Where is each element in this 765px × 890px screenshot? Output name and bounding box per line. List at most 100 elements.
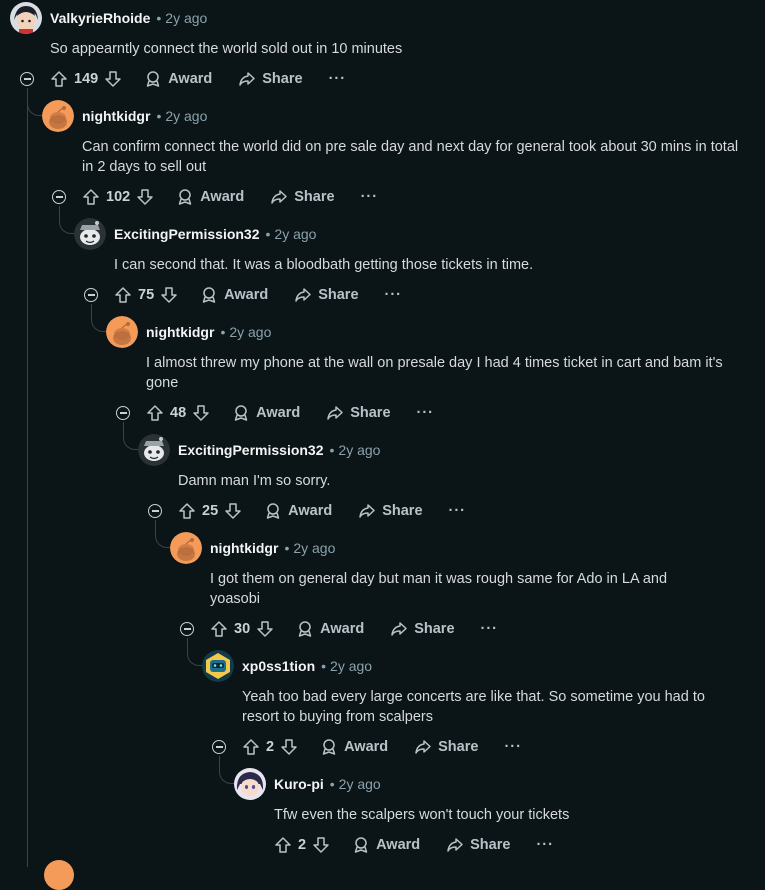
comment-text: Yeah too bad every large concerts are li… bbox=[242, 689, 705, 725]
award-button[interactable]: Award bbox=[296, 620, 364, 638]
username[interactable]: ExcitingPermission32 bbox=[178, 442, 324, 458]
share-button[interactable]: Share bbox=[238, 70, 303, 88]
share-label: Share bbox=[350, 405, 391, 421]
downvote-button[interactable] bbox=[192, 404, 210, 422]
award-button[interactable]: Award bbox=[320, 738, 388, 756]
share-button[interactable]: Share bbox=[358, 502, 423, 520]
robot-avatar[interactable] bbox=[202, 650, 234, 682]
award-label: Award bbox=[168, 71, 213, 87]
downvote-icon bbox=[137, 189, 153, 205]
share-label: Share bbox=[262, 71, 303, 87]
comment-header: nightkidgr • 2y ago bbox=[106, 316, 271, 348]
more-options-button[interactable]: ··· bbox=[329, 71, 347, 87]
award-icon bbox=[322, 739, 336, 755]
downvote-icon bbox=[193, 405, 209, 421]
share-button[interactable]: Share bbox=[446, 836, 510, 854]
award-button[interactable]: Award bbox=[200, 286, 268, 304]
comment-text: Can confirm connect the world did on pre… bbox=[82, 139, 739, 175]
share-icon bbox=[447, 838, 463, 852]
username[interactable]: ExcitingPermission32 bbox=[114, 226, 260, 242]
share-label: Share bbox=[470, 837, 511, 853]
award-icon bbox=[298, 621, 312, 637]
timestamp[interactable]: 2y ago bbox=[338, 442, 380, 458]
username[interactable]: ValkyrieRhoide bbox=[50, 10, 150, 26]
share-button[interactable]: Share bbox=[294, 286, 359, 304]
snoo-orange-avatar[interactable] bbox=[42, 100, 74, 132]
share-icon bbox=[239, 72, 256, 86]
downvote-icon bbox=[105, 71, 121, 87]
award-button[interactable]: Award bbox=[144, 70, 212, 88]
more-options-button[interactable]: ··· bbox=[481, 621, 499, 637]
username[interactable]: nightkidgr bbox=[82, 108, 150, 124]
upvote-icon bbox=[179, 503, 195, 519]
collapse-icon[interactable] bbox=[148, 504, 162, 518]
username[interactable]: nightkidgr bbox=[146, 324, 214, 340]
downvote-button[interactable] bbox=[224, 502, 242, 520]
comment-header: ExcitingPermission32 • 2y ago bbox=[138, 434, 380, 466]
share-button[interactable]: Share bbox=[390, 620, 455, 638]
timestamp[interactable]: 2y ago bbox=[165, 108, 207, 124]
timestamp[interactable]: 2y ago bbox=[274, 226, 316, 242]
username[interactable]: nightkidgr bbox=[210, 540, 278, 556]
collapse-icon[interactable] bbox=[116, 406, 130, 420]
anime-character-avatar[interactable] bbox=[10, 2, 42, 34]
timestamp[interactable]: 2y ago bbox=[165, 10, 207, 26]
upvote-button[interactable] bbox=[114, 286, 132, 304]
downvote-button[interactable] bbox=[136, 188, 154, 206]
share-label: Share bbox=[414, 621, 455, 637]
downvote-button[interactable] bbox=[256, 620, 274, 638]
collapse-icon[interactable] bbox=[20, 72, 34, 86]
upvote-icon bbox=[243, 739, 259, 755]
award-button[interactable]: Award bbox=[176, 188, 244, 206]
more-options-button[interactable]: ··· bbox=[504, 739, 522, 755]
collapse-icon[interactable] bbox=[84, 288, 98, 302]
timestamp[interactable]: 2y ago bbox=[339, 776, 381, 792]
timestamp[interactable]: 2y ago bbox=[330, 658, 372, 674]
award-icon bbox=[354, 837, 368, 853]
username[interactable]: xp0ss1tion bbox=[242, 658, 315, 674]
next-comment-avatar[interactable] bbox=[44, 860, 74, 890]
award-button[interactable]: Award bbox=[264, 502, 332, 520]
downvote-button[interactable] bbox=[312, 836, 330, 854]
award-icon bbox=[234, 405, 248, 421]
award-button[interactable]: Award bbox=[352, 836, 420, 854]
vote-count: 149 bbox=[74, 71, 99, 87]
upvote-button[interactable] bbox=[178, 502, 196, 520]
share-button[interactable]: Share bbox=[326, 404, 391, 422]
snoo-orange-avatar[interactable] bbox=[170, 532, 202, 564]
snoo-gray-avatar[interactable] bbox=[74, 218, 106, 250]
downvote-button[interactable] bbox=[280, 738, 298, 756]
snoo-gray-avatar[interactable] bbox=[138, 434, 170, 466]
snoo-orange-avatar[interactable] bbox=[106, 316, 138, 348]
timestamp[interactable]: 2y ago bbox=[293, 540, 335, 556]
share-button[interactable]: Share bbox=[270, 188, 335, 206]
share-icon bbox=[359, 504, 375, 518]
upvote-button[interactable] bbox=[146, 404, 164, 422]
more-options-button[interactable]: ··· bbox=[449, 503, 467, 519]
share-button[interactable]: Share bbox=[414, 738, 478, 756]
upvote-button[interactable] bbox=[242, 738, 260, 756]
comment-actions: 25 Award Share ··· bbox=[178, 496, 466, 526]
share-label: Share bbox=[318, 287, 359, 303]
timestamp[interactable]: 2y ago bbox=[229, 324, 271, 340]
downvote-icon bbox=[281, 739, 297, 755]
award-button[interactable]: Award bbox=[232, 404, 300, 422]
username[interactable]: Kuro-pi bbox=[274, 776, 324, 792]
more-options-button[interactable]: ··· bbox=[536, 837, 554, 853]
more-options-button[interactable]: ··· bbox=[417, 405, 435, 421]
downvote-button[interactable] bbox=[104, 70, 122, 88]
upvote-button[interactable] bbox=[82, 188, 100, 206]
collapse-icon[interactable] bbox=[180, 622, 194, 636]
anime-girl-avatar[interactable] bbox=[234, 768, 266, 800]
collapse-icon[interactable] bbox=[212, 740, 226, 754]
comment-actions: 2 Award Share ··· bbox=[242, 732, 522, 762]
upvote-button[interactable] bbox=[274, 836, 292, 854]
share-label: Share bbox=[438, 739, 479, 755]
more-options-button[interactable]: ··· bbox=[385, 287, 403, 303]
collapse-icon[interactable] bbox=[52, 190, 66, 204]
more-options-button[interactable]: ··· bbox=[361, 189, 379, 205]
downvote-button[interactable] bbox=[160, 286, 178, 304]
comment-actions: 102 Award Share ··· bbox=[82, 182, 378, 212]
upvote-button[interactable] bbox=[210, 620, 228, 638]
upvote-button[interactable] bbox=[50, 70, 68, 88]
